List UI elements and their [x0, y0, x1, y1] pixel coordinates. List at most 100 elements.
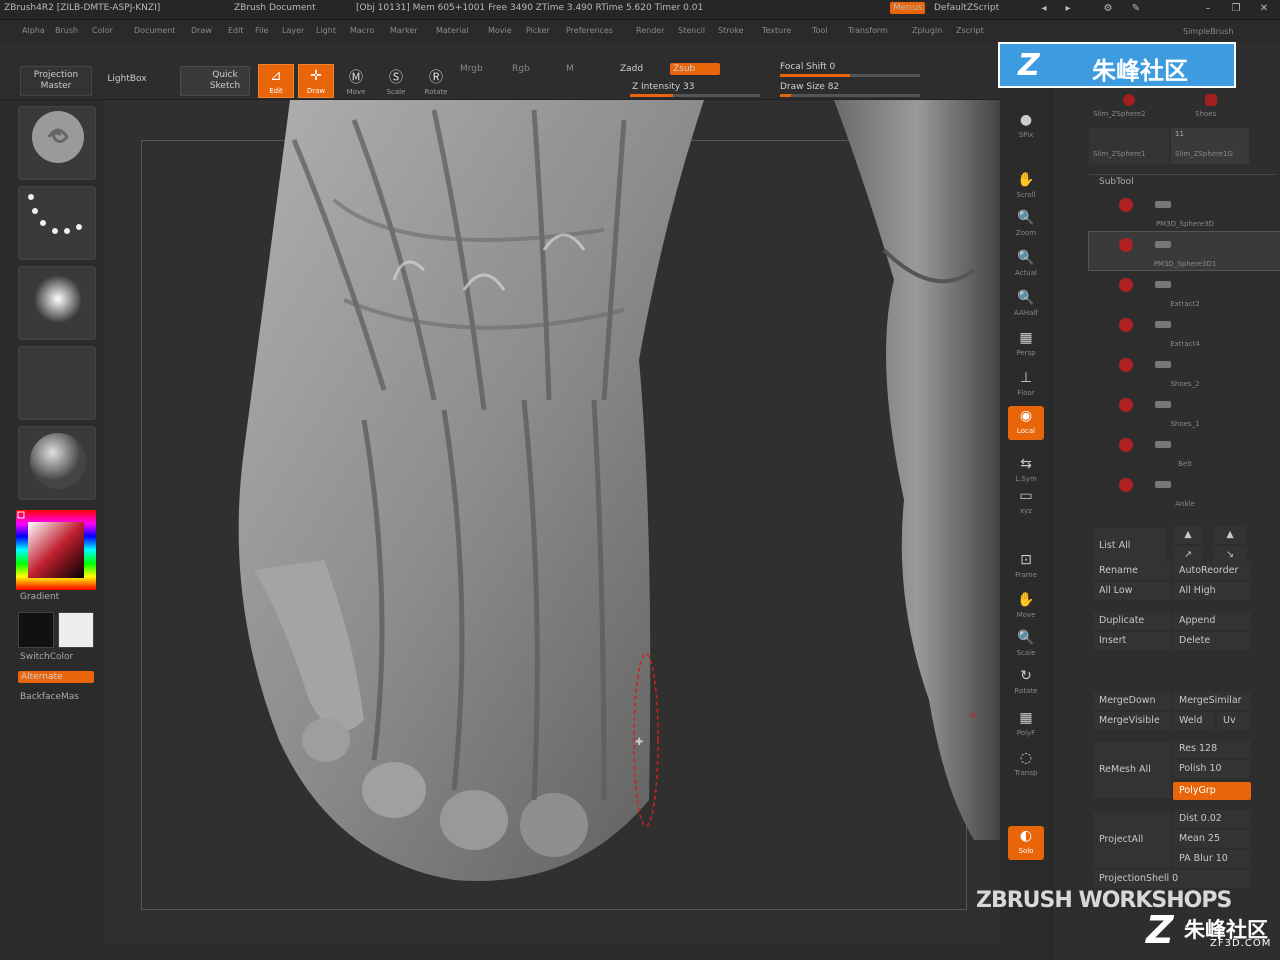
shelf-rotate-button[interactable]: ↻ Rotate	[1008, 666, 1044, 700]
document-canvas[interactable]: ✚ ¤	[104, 100, 1000, 945]
shelf-frame-button[interactable]: ⊡ Frame	[1008, 550, 1044, 584]
menu-tool[interactable]: Tool	[812, 26, 828, 35]
mergevisible-button[interactable]: MergeVisible	[1093, 712, 1171, 730]
secondary-color-swatch[interactable]	[18, 612, 54, 648]
menu-zplugin[interactable]: Zplugin	[912, 26, 942, 35]
alternate-button[interactable]: Alternate	[18, 671, 94, 683]
all-high-button[interactable]: All High	[1173, 582, 1251, 600]
menu-transform[interactable]: Transform	[848, 26, 888, 35]
mergedown-button[interactable]: MergeDown	[1093, 692, 1171, 710]
weld-button[interactable]: Weld	[1173, 712, 1215, 730]
insert-button[interactable]: Insert	[1093, 632, 1171, 650]
uv-button[interactable]: Uv	[1217, 712, 1251, 730]
shelf-spix-button[interactable]: ● SPix	[1008, 110, 1044, 144]
menu-marker[interactable]: Marker	[390, 26, 418, 35]
arrow-up-2-icon[interactable]: ▲	[1213, 526, 1247, 544]
subtool-row[interactable]: ◎PM3D_Sphere3D1	[1088, 231, 1280, 271]
shelf-move-button[interactable]: ✋ Move	[1008, 590, 1044, 624]
shelf-scroll-button[interactable]: ✋ Scroll	[1008, 170, 1044, 204]
shelf-scale-button[interactable]: 🔍 Scale	[1008, 628, 1044, 662]
duplicate-button[interactable]: Duplicate	[1093, 612, 1171, 630]
menu-macro[interactable]: Macro	[350, 26, 374, 35]
stroke-thumbnail[interactable]	[18, 186, 96, 260]
shelf-polyf-button[interactable]: ▦ PolyF	[1008, 708, 1044, 742]
gear-icon[interactable]: ⚙	[1100, 2, 1116, 16]
mergesimilar-button[interactable]: MergeSimilar	[1173, 692, 1251, 710]
brush-thumbnail[interactable]	[18, 106, 96, 180]
menu-draw[interactable]: Draw	[191, 26, 212, 35]
script-label[interactable]: DefaultZScript	[934, 3, 999, 13]
menu-texture[interactable]: Texture	[762, 26, 791, 35]
subtool-row[interactable]: ◎Belt	[1089, 432, 1280, 470]
menu-alpha[interactable]: Alpha	[22, 26, 45, 35]
subtool-toggle[interactable]	[1155, 361, 1171, 368]
subtool-header[interactable]: SubTool	[1089, 174, 1277, 190]
menu-file[interactable]: File	[255, 26, 268, 35]
menu-edit[interactable]: Edit	[228, 26, 244, 35]
menu-layer[interactable]: Layer	[282, 26, 304, 35]
subtool-row[interactable]: ◎Shoes_2	[1089, 352, 1280, 390]
tool-thumb-1[interactable]: Slim_ZSphere2	[1089, 90, 1169, 126]
draw-button[interactable]: ✛ Draw	[298, 64, 334, 98]
menu-picker[interactable]: Picker	[526, 26, 550, 35]
projection-master-button[interactable]: Projection Master	[20, 66, 92, 96]
menu-document[interactable]: Document	[134, 26, 175, 35]
subtool-toggle[interactable]	[1155, 321, 1171, 328]
focal-shift-slider[interactable]	[780, 74, 920, 77]
remesh-all-button[interactable]: ReMesh All	[1093, 742, 1171, 798]
shelf-persp-button[interactable]: ▦ Persp	[1008, 328, 1044, 362]
zadd-button[interactable]: Zadd	[620, 64, 643, 74]
switchcolor-button[interactable]: SwitchColor	[20, 652, 73, 662]
menu-zscript[interactable]: Zscript	[956, 26, 984, 35]
menu-stencil[interactable]: Stencil	[678, 26, 705, 35]
arrow-up-icon[interactable]: ▲	[1173, 526, 1203, 544]
subtool-toggle[interactable]	[1155, 401, 1171, 408]
menu-stroke[interactable]: Stroke	[718, 26, 744, 35]
rotate-button[interactable]: Ⓡ Rotate	[418, 64, 454, 98]
quick-sketch-button[interactable]: Quick Sketch	[180, 66, 250, 96]
arrow-right-icon[interactable]: ▸	[1060, 2, 1076, 16]
z-intensity-slider[interactable]	[630, 94, 760, 97]
res-slider[interactable]: Res 128	[1173, 740, 1251, 758]
menu-color[interactable]: Color	[92, 26, 113, 35]
arrow-left-icon[interactable]: ◂	[1036, 2, 1052, 16]
menu-material[interactable]: Material	[436, 26, 469, 35]
backface-mask-button[interactable]: BackfaceMas	[20, 692, 79, 702]
all-low-button[interactable]: All Low	[1093, 582, 1171, 600]
rgb-button[interactable]: Rgb	[512, 64, 530, 74]
draw-size-slider[interactable]	[780, 94, 920, 97]
alpha-thumbnail[interactable]	[18, 266, 96, 340]
delete-button[interactable]: Delete	[1173, 632, 1251, 650]
material-thumbnail[interactable]	[18, 426, 96, 500]
menu-movie[interactable]: Movie	[488, 26, 512, 35]
subtool-row[interactable]: ◎Ankle	[1089, 472, 1280, 510]
tool-thumb-4[interactable]: 11 Slim_ZSphere1G	[1171, 128, 1249, 164]
polish-slider[interactable]: Polish 10	[1173, 760, 1251, 778]
project-all-button[interactable]: ProjectAll	[1093, 812, 1171, 868]
shelf-aahalf-button[interactable]: 🔍 AAHalf	[1008, 288, 1044, 322]
subtool-row[interactable]: ◎PM3D_Sphere3D	[1089, 192, 1280, 230]
restore-icon[interactable]: ❐	[1228, 2, 1244, 16]
shelf-transp-button[interactable]: ◌ Transp	[1008, 748, 1044, 782]
subtool-row[interactable]: ◎Extract2	[1089, 272, 1280, 310]
gradient-label[interactable]: Gradient	[20, 592, 59, 602]
scale-button[interactable]: Ⓢ Scale	[378, 64, 414, 98]
texture-thumbnail[interactable]	[18, 346, 96, 420]
menu-brush[interactable]: Brush	[55, 26, 78, 35]
m-button[interactable]: M	[566, 64, 574, 74]
menus-button[interactable]: Menus	[890, 2, 926, 14]
dist-slider[interactable]: Dist 0.02	[1173, 810, 1251, 828]
autoreorder-button[interactable]: AutoReorder	[1173, 562, 1251, 580]
lightbox-button[interactable]: LightBox	[96, 66, 158, 96]
polygrp-toggle[interactable]: PolyGrp	[1173, 782, 1251, 800]
rename-button[interactable]: Rename	[1093, 562, 1171, 580]
move-button[interactable]: Ⓜ Move	[338, 64, 374, 98]
pa-blur-slider[interactable]: PA Blur 10	[1173, 850, 1251, 868]
subtool-toggle[interactable]	[1155, 201, 1171, 208]
tool-thumb-3[interactable]: Slim_ZSphere1	[1089, 128, 1169, 164]
brush-icon[interactable]: ✎	[1128, 2, 1144, 16]
subtool-row[interactable]: ◎Shoes_1	[1089, 392, 1280, 430]
shelf-floor-button[interactable]: ⊥ Floor	[1008, 368, 1044, 402]
subtool-toggle[interactable]	[1155, 441, 1171, 448]
shelf-local-button[interactable]: ◉ Local	[1008, 406, 1044, 440]
